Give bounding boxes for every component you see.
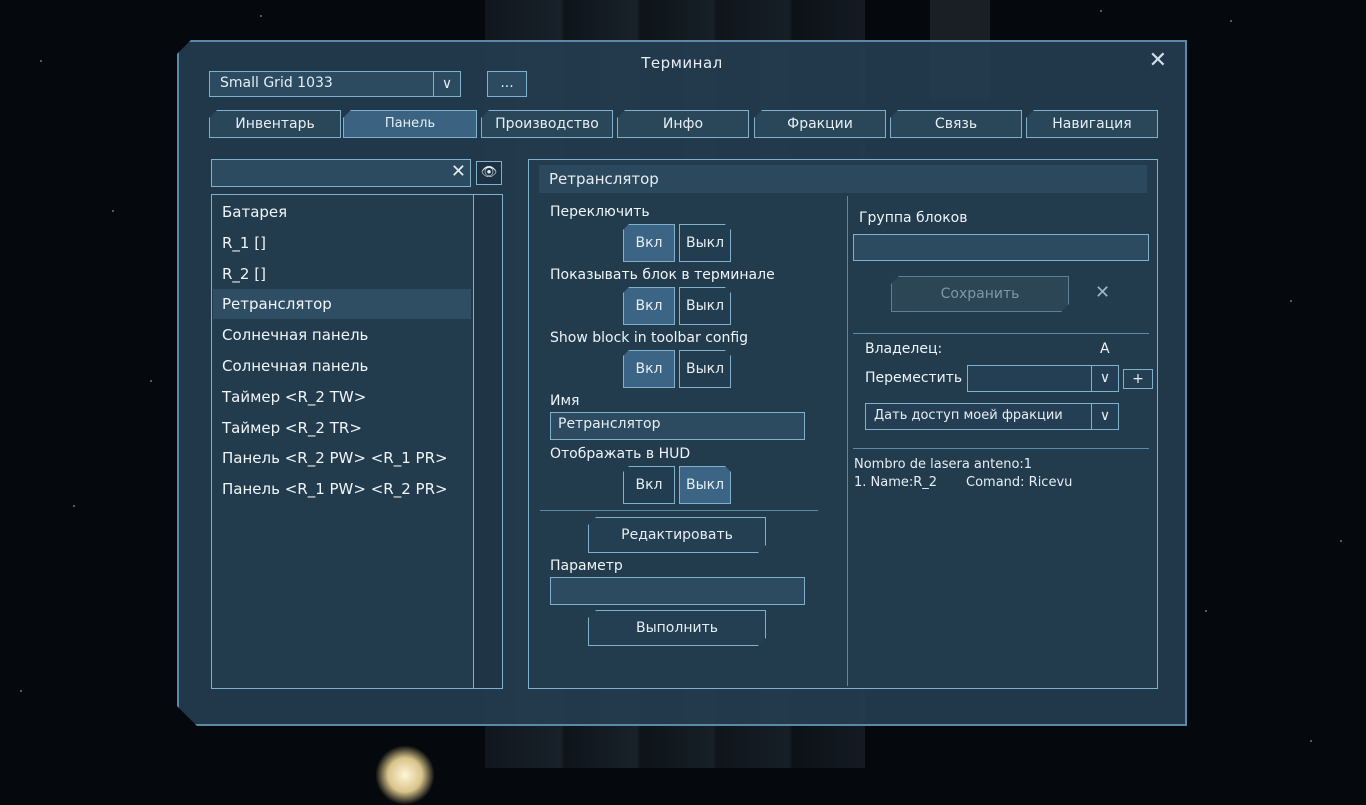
clear-group-icon[interactable]: ✕ bbox=[1095, 282, 1110, 303]
block-group-label: Группа блоков bbox=[859, 210, 968, 226]
toggle-switch: Вкл Выкл bbox=[623, 224, 735, 262]
list-item[interactable]: Батарея bbox=[213, 197, 471, 227]
save-group-button[interactable]: Сохранить bbox=[891, 276, 1069, 312]
tab-comms[interactable]: Связь bbox=[890, 110, 1022, 138]
separator bbox=[853, 333, 1149, 334]
list-item-selected[interactable]: Ретранслятор bbox=[213, 289, 471, 319]
show-in-terminal-label: Показывать блок в терминале bbox=[550, 267, 775, 283]
visibility-toggle-icon[interactable]: 👁 bbox=[476, 161, 502, 185]
list-item[interactable]: R_2 [] bbox=[213, 259, 471, 289]
hud-off-button[interactable]: Выкл bbox=[679, 466, 731, 504]
name-field[interactable]: Ретранслятор bbox=[550, 412, 805, 440]
chevron-down-icon[interactable]: ∨ bbox=[1091, 366, 1118, 391]
list-item[interactable]: Панель <R_2 PW> <R_1 PR> bbox=[213, 443, 471, 473]
hud-switch: Вкл Выкл bbox=[623, 466, 735, 504]
tab-control-panel[interactable]: Панель управления bbox=[343, 110, 477, 138]
search-input[interactable]: ✕ bbox=[211, 159, 471, 187]
owner-label: Владелец: bbox=[865, 341, 943, 357]
name-label: Имя bbox=[550, 393, 580, 409]
transfer-dropdown[interactable]: ∨ bbox=[967, 365, 1119, 392]
show-in-terminal-switch: Вкл Выкл bbox=[623, 287, 735, 325]
clear-search-icon[interactable]: ✕ bbox=[451, 161, 466, 182]
grid-selector-value: Small Grid 1033 bbox=[220, 75, 333, 91]
tab-production[interactable]: Производство bbox=[481, 110, 613, 138]
toggle-label: Переключить bbox=[550, 204, 650, 220]
laser-command-text: Comand: Ricevu bbox=[966, 475, 1073, 490]
separator bbox=[540, 510, 818, 511]
run-button[interactable]: Выполнить bbox=[588, 610, 766, 646]
parameter-label: Параметр bbox=[550, 558, 623, 574]
block-group-field[interactable] bbox=[853, 234, 1149, 261]
list-item[interactable]: Солнечная панель bbox=[213, 351, 471, 381]
more-button[interactable]: ... bbox=[487, 71, 527, 97]
chevron-down-icon[interactable]: ∨ bbox=[433, 72, 460, 96]
show-in-toolbar-label: Show block in toolbar config bbox=[550, 330, 749, 346]
hud-on-button[interactable]: Вкл bbox=[623, 466, 675, 504]
tab-info[interactable]: Инфо bbox=[617, 110, 749, 138]
block-list-panel: ✕ 👁 Батарея R_1 [] R_2 [] Ретранслятор С… bbox=[211, 159, 503, 689]
tab-inventory[interactable]: Инвентарь bbox=[209, 110, 341, 138]
share-dropdown[interactable]: Дать доступ моей фракции ∨ bbox=[865, 403, 1119, 430]
owner-value: A bbox=[1100, 341, 1110, 357]
show-in-toolbar-on-button[interactable]: Вкл bbox=[623, 350, 675, 388]
show-in-toolbar-switch: Вкл Выкл bbox=[623, 350, 735, 388]
toggle-off-button[interactable]: Выкл bbox=[679, 224, 731, 262]
list-item[interactable]: R_1 [] bbox=[213, 228, 471, 258]
show-in-terminal-off-button[interactable]: Выкл bbox=[679, 287, 731, 325]
share-value: Дать доступ моей фракции bbox=[874, 408, 1063, 423]
show-in-toolbar-off-button[interactable]: Выкл bbox=[679, 350, 731, 388]
terminal-window: Терминал ✕ Small Grid 1033 ∨ ... Инвента… bbox=[177, 40, 1187, 726]
transfer-label: Переместить в: bbox=[865, 370, 980, 386]
list-item[interactable]: Солнечная панель bbox=[213, 320, 471, 350]
laser-name-text: 1. Name:R_2 bbox=[854, 475, 938, 490]
sun-glow bbox=[375, 745, 435, 805]
list-item[interactable]: Панель <R_1 PW> <R_2 PR> bbox=[213, 474, 471, 504]
separator bbox=[853, 448, 1149, 449]
add-button[interactable]: + bbox=[1123, 369, 1153, 389]
column-divider bbox=[847, 196, 848, 686]
hud-label: Отображать в HUD bbox=[550, 446, 691, 462]
block-list: Батарея R_1 [] R_2 [] Ретранслятор Солне… bbox=[211, 194, 503, 689]
list-scrollbar[interactable] bbox=[473, 195, 502, 688]
tab-factions[interactable]: Фракции bbox=[754, 110, 886, 138]
block-header: Ретранслятор bbox=[539, 165, 1147, 193]
parameter-field[interactable] bbox=[550, 577, 805, 605]
tab-navigation[interactable]: Навигация bbox=[1026, 110, 1158, 138]
window-title: Терминал bbox=[641, 54, 723, 72]
show-in-terminal-on-button[interactable]: Вкл bbox=[623, 287, 675, 325]
close-button[interactable]: ✕ bbox=[1149, 48, 1167, 73]
edit-button[interactable]: Редактировать bbox=[588, 517, 766, 553]
laser-count-text: Nombro de lasera anteno:1 bbox=[854, 457, 1033, 472]
block-details-panel: Ретранслятор Переключить Вкл Выкл Показы… bbox=[528, 159, 1158, 689]
list-item[interactable]: Таймер <R_2 TW> bbox=[213, 382, 471, 412]
chevron-down-icon[interactable]: ∨ bbox=[1091, 404, 1118, 429]
list-item[interactable]: Таймер <R_2 TR> bbox=[213, 413, 471, 443]
grid-selector[interactable]: Small Grid 1033 ∨ bbox=[209, 71, 461, 97]
toggle-on-button[interactable]: Вкл bbox=[623, 224, 675, 262]
